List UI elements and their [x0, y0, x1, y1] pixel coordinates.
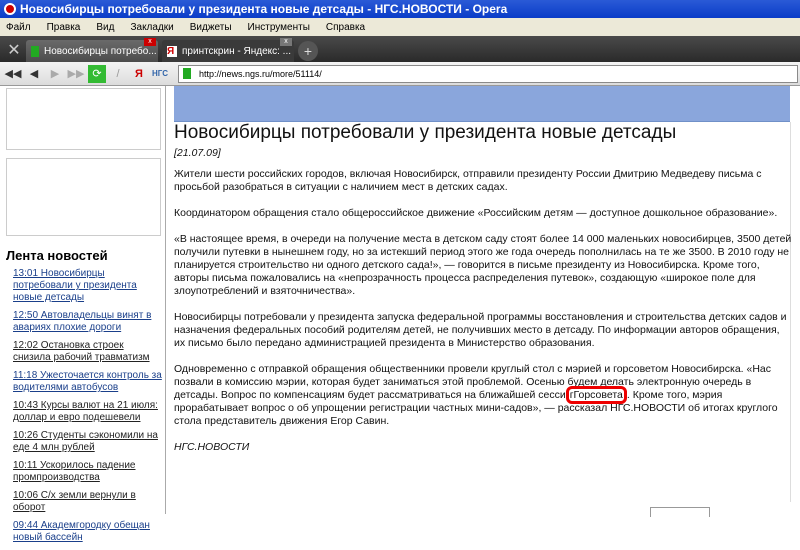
yandex-button[interactable]: Я	[130, 65, 148, 83]
yandex-favicon-icon: Я	[167, 45, 177, 57]
tab-label: принтскрин - Яндекс: ...	[182, 45, 292, 57]
page-favicon-icon	[183, 68, 191, 79]
title-bar: Новосибирцы потребовали у президента нов…	[0, 0, 800, 18]
fast-forward-icon[interactable]: ▶▶	[67, 65, 85, 83]
banner	[174, 86, 790, 122]
paragraph: Новосибирцы потребовали у президента зап…	[174, 311, 787, 349]
close-tab-icon[interactable]: x	[280, 38, 292, 46]
opera-logo-icon	[4, 3, 16, 15]
ad-box	[6, 88, 161, 150]
menu-widgets[interactable]: Виджеты	[190, 22, 232, 33]
news-feed-list: 13:01 Новосибирцы потребовали у президен…	[13, 268, 163, 550]
paragraph: «В настоящее время, в очереди на получен…	[174, 233, 792, 297]
sidebar: Лента новостей 13:01 Новосибирцы потребо…	[0, 86, 166, 543]
menu-help[interactable]: Справка	[326, 22, 365, 33]
edit-icon[interactable]: /	[109, 65, 127, 83]
paragraph: Координатором обращения стало общероссий…	[174, 207, 778, 219]
tab-bar: ✕ Новосибирцы потребо... x Япринтскрин - …	[0, 36, 800, 62]
tools-icon[interactable]: ✕	[2, 38, 26, 62]
tab-label: Новосибирцы потребо...	[44, 45, 157, 57]
rewind-icon[interactable]: ◀◀	[4, 65, 22, 83]
new-tab-button[interactable]: +	[298, 41, 318, 61]
window-title: Новосибирцы потребовали у президента нов…	[20, 2, 508, 16]
news-feed-heading: Лента новостей	[6, 248, 108, 263]
news-link[interactable]: 12:50 Автовладельцы винят в авариях плох…	[13, 310, 163, 334]
news-link[interactable]: 13:01 Новосибирцы потребовали у президен…	[13, 268, 163, 304]
menu-tools[interactable]: Инструменты	[248, 22, 310, 33]
news-link[interactable]: 11:18 Ужесточается контроль за водителям…	[13, 370, 163, 394]
article-title: Новосибирцы потребовали у президента нов…	[174, 122, 677, 143]
ngs-button[interactable]: НГС	[151, 65, 169, 83]
address-input[interactable]: http://news.ngs.ru/more/51114/	[178, 64, 798, 83]
article-source: НГС.НОВОСТИ	[174, 441, 250, 453]
ngs-favicon-icon	[31, 45, 39, 57]
menu-view[interactable]: Вид	[96, 22, 114, 33]
news-link[interactable]: 10:43 Курсы валют на 21 июля: доллар и е…	[13, 400, 163, 424]
back-icon[interactable]: ◀	[25, 65, 43, 83]
article-date: [21.07.09]	[174, 147, 221, 159]
menu-bookmarks[interactable]: Закладки	[130, 22, 173, 33]
tab-ngs[interactable]: Новосибирцы потребо... x	[26, 38, 158, 62]
news-link[interactable]: 09:44 Академгородку обещан новый бассейн	[13, 520, 163, 544]
paragraph: Жители шести российских городов, включая…	[174, 168, 762, 193]
close-tab-icon[interactable]: x	[144, 38, 156, 46]
small-widget	[650, 507, 710, 517]
news-link[interactable]: 10:06 С/х земли вернули в оборот	[13, 490, 163, 514]
tab-yandex[interactable]: Япринтскрин - Яндекс: ... x	[162, 38, 294, 62]
menu-file[interactable]: Файл	[6, 22, 31, 33]
ad-box	[6, 158, 161, 236]
forward-icon[interactable]: ▶	[46, 65, 64, 83]
news-link[interactable]: 12:02 Остановка строек снизила рабочий т…	[13, 340, 163, 364]
page-content: Лента новостей 13:01 Новосибирцы потребо…	[0, 86, 800, 543]
url-text: http://news.ngs.ru/more/51114/	[199, 68, 322, 79]
news-link[interactable]: 10:11 Ускорилось падение промпроизводств…	[13, 460, 163, 484]
article: Новосибирцы потребовали у президента нов…	[174, 122, 792, 467]
news-link[interactable]: 10:26 Студенты сэкономили на еде 4 млн р…	[13, 430, 163, 454]
address-toolbar: ◀◀ ◀ ▶ ▶▶ ⟳ / Я НГС http://news.ngs.ru/m…	[0, 62, 800, 86]
menu-edit[interactable]: Правка	[47, 22, 81, 33]
paragraph: Одновременно с отправкой обращения общес…	[174, 363, 792, 428]
menu-bar: Файл Правка Вид Закладки Виджеты Инструм…	[0, 18, 800, 36]
reload-icon[interactable]: ⟳	[88, 64, 106, 83]
